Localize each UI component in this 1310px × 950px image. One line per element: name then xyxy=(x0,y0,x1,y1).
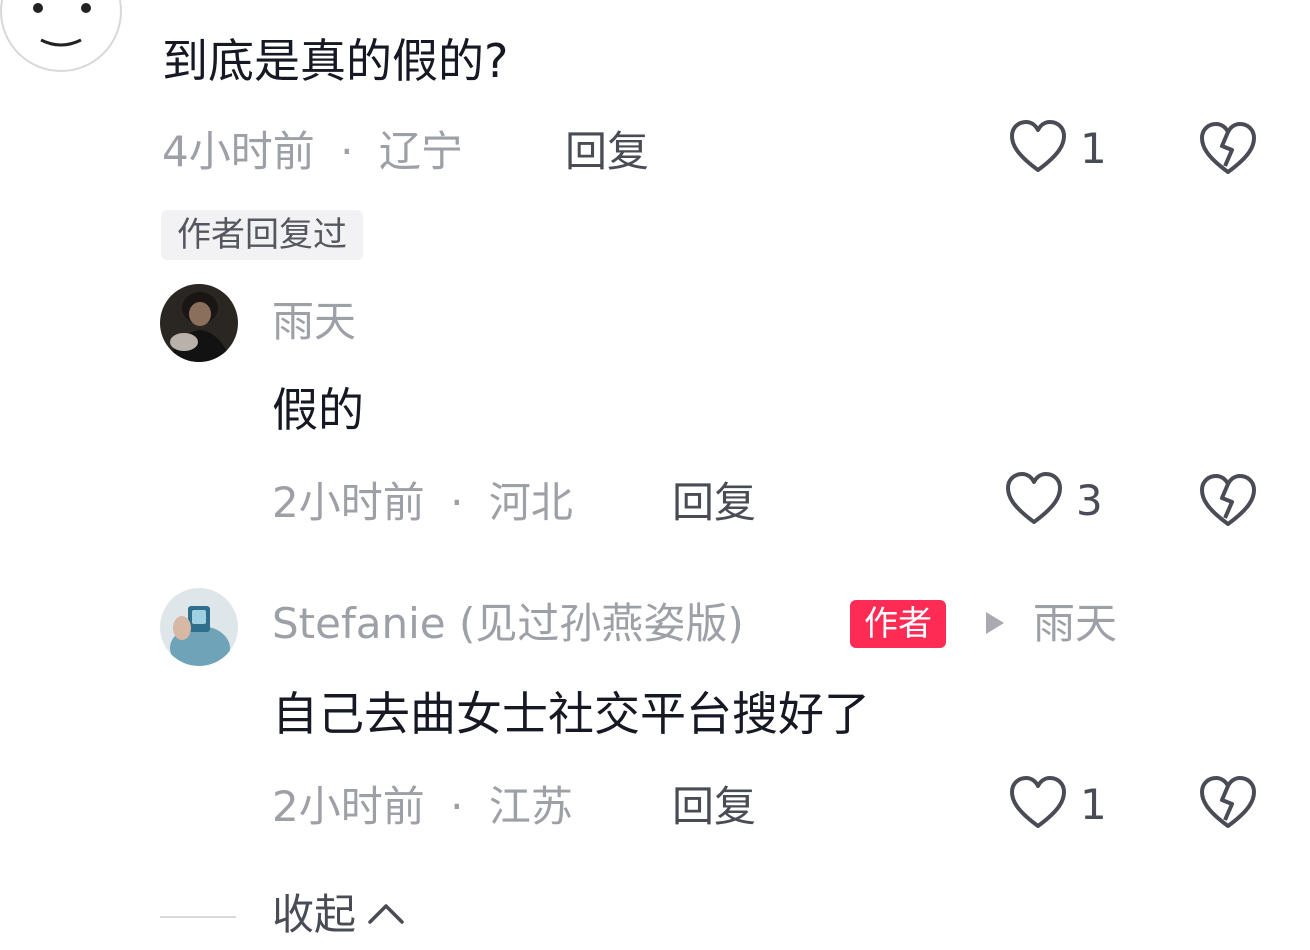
author-replied-tag: 作者回复过 xyxy=(161,210,363,260)
like-button[interactable]: 3 xyxy=(1004,470,1103,532)
reply-to-username[interactable]: 雨天 xyxy=(1033,603,1117,645)
dislike-button[interactable] xyxy=(1198,774,1258,836)
avatar[interactable] xyxy=(0,0,126,72)
comment-time: 4小时前 xyxy=(162,127,315,176)
comment-location: 河北 xyxy=(488,478,573,527)
heart-outline-icon xyxy=(1008,774,1068,836)
like-button[interactable]: 1 xyxy=(1008,118,1107,180)
broken-heart-icon xyxy=(1198,776,1258,836)
heart-outline-icon xyxy=(1004,470,1064,532)
collapse-label: 收起 xyxy=(272,890,357,939)
comment-text: 到底是真的假的? xyxy=(162,34,509,88)
comment-meta: 2小时前 · 河北 xyxy=(272,482,573,524)
comment-time: 2小时前 xyxy=(272,782,425,831)
heart-outline-icon xyxy=(1008,118,1068,180)
meta-separator: · xyxy=(450,478,464,527)
author-badge: 作者 xyxy=(850,600,946,648)
comment-time: 2小时前 xyxy=(272,478,425,527)
dislike-button[interactable] xyxy=(1198,120,1258,182)
avatar[interactable] xyxy=(160,284,238,362)
broken-heart-icon xyxy=(1198,474,1258,534)
like-count: 3 xyxy=(1076,476,1103,525)
collapse-button[interactable]: 收起 xyxy=(272,894,406,936)
reply-button[interactable]: 回复 xyxy=(672,786,756,828)
comment-location: 江苏 xyxy=(488,782,573,831)
meta-separator: · xyxy=(340,127,354,176)
avatar[interactable] xyxy=(160,588,238,666)
like-count: 1 xyxy=(1080,124,1107,173)
like-count: 1 xyxy=(1080,780,1107,829)
reply-button[interactable]: 回复 xyxy=(565,131,649,173)
dislike-button[interactable] xyxy=(1198,472,1258,534)
reply-button[interactable]: 回复 xyxy=(672,482,756,524)
comment-text: 自己去曲女士社交平台搜好了 xyxy=(272,687,870,741)
like-button[interactable]: 1 xyxy=(1008,774,1107,836)
comment-text: 假的 xyxy=(272,383,364,437)
broken-heart-icon xyxy=(1198,122,1258,182)
username[interactable]: 雨天 xyxy=(272,301,356,343)
comment-location: 辽宁 xyxy=(378,127,463,176)
play-triangle-icon xyxy=(984,610,1006,640)
chevron-up-icon xyxy=(366,900,406,930)
comment-meta: 2小时前 · 江苏 xyxy=(272,786,573,828)
username[interactable]: Stefanie (见过孙燕姿版) xyxy=(272,603,744,645)
meta-separator: · xyxy=(450,782,464,831)
divider-line xyxy=(160,916,236,918)
comment-meta: 4小时前 · 辽宁 xyxy=(162,131,463,173)
